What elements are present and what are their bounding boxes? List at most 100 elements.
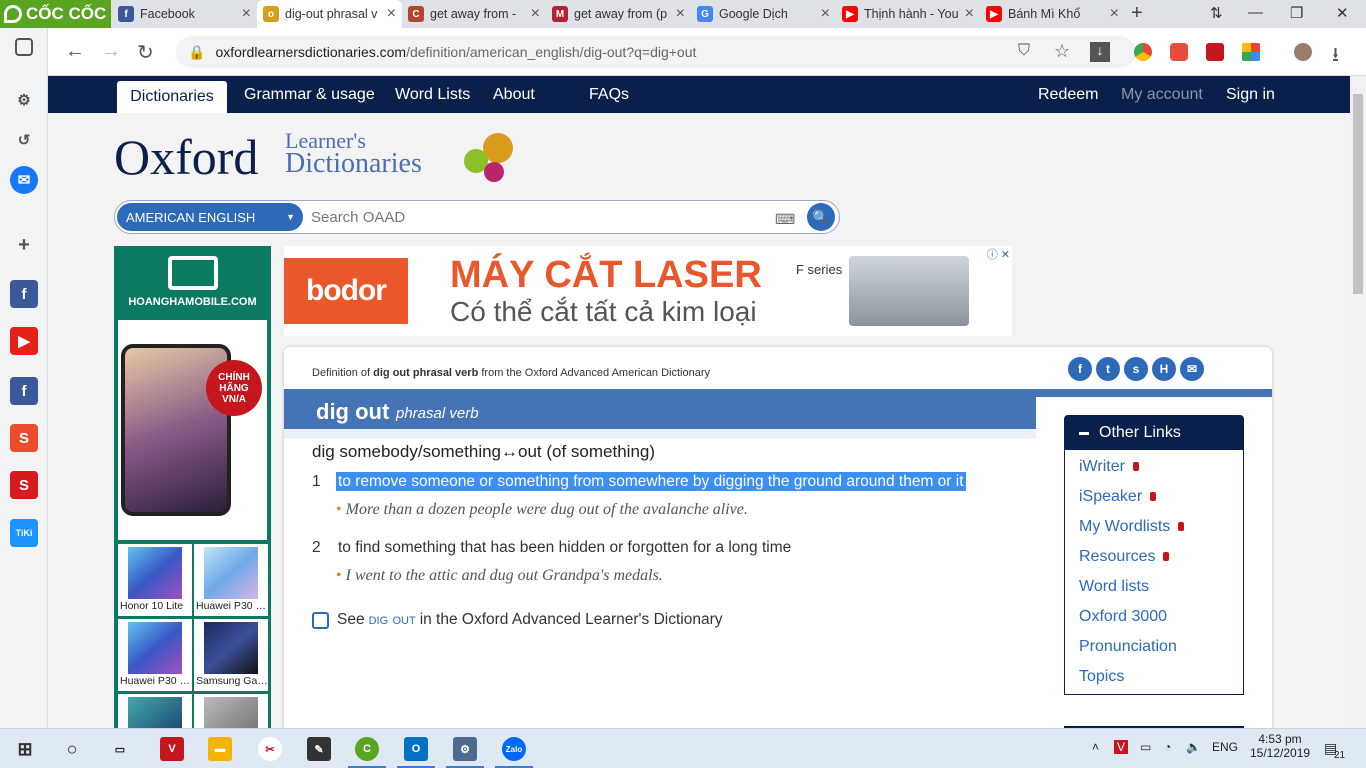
browser-tab[interactable]: Mget away from (p × <box>546 0 691 28</box>
tab-close-icon[interactable]: × <box>1110 5 1119 23</box>
task-view-icon[interactable]: ▭ <box>108 737 132 761</box>
wifi-icon[interactable]: ◔ <box>1164 740 1171 754</box>
facebook-shortcut-icon[interactable]: f <box>10 280 38 308</box>
browser-tab[interactable]: o dig-out phrasal v × <box>257 0 402 28</box>
page-scrollbar[interactable] <box>1350 76 1366 728</box>
windows-start-icon[interactable]: ⊞ <box>13 737 37 761</box>
nav-about[interactable]: About <box>493 86 535 104</box>
language-select[interactable]: AMERICAN ENGLISH ▼ <box>117 203 303 231</box>
tab-close-icon[interactable]: × <box>387 5 396 23</box>
facebook-shortcut-icon-2[interactable]: f <box>10 377 38 405</box>
browser-tab[interactable]: ▶ Thịnh hành - You × <box>836 0 980 28</box>
unikey-tray-icon[interactable]: V <box>1114 740 1129 754</box>
search-button[interactable]: 🔍 <box>807 203 835 231</box>
nav-dictionaries[interactable]: Dictionaries <box>117 81 227 113</box>
nav-word-lists[interactable]: Word Lists <box>395 86 470 104</box>
sendo-shortcut-icon[interactable]: S <box>10 471 38 499</box>
tab-close-icon[interactable]: × <box>242 5 251 23</box>
nav-redeem[interactable]: Redeem <box>1038 86 1098 104</box>
coccoc-taskbar-icon[interactable]: C <box>355 737 379 761</box>
snipping-tool-icon[interactable]: ✂ <box>258 737 282 761</box>
left-ad[interactable]: HOANGHAMOBILE.COM CHÍNH HÃNG VN/A Honor … <box>114 246 271 728</box>
sticky-notes-icon[interactable]: ✎ <box>307 737 331 761</box>
new-tab-button[interactable]: + <box>1131 2 1143 25</box>
history-icon[interactable]: ↺ <box>10 126 38 154</box>
browser-tab[interactable]: ▶ Bánh Mì Khổ × <box>980 0 1125 28</box>
profile-avatar[interactable] <box>1294 43 1312 61</box>
email-share-icon[interactable]: ✉ <box>1180 357 1204 381</box>
adblock-extension-icon[interactable] <box>1170 43 1188 61</box>
other-link[interactable]: Pronunciation <box>1079 638 1177 656</box>
volume-icon[interactable]: 🔈 <box>1186 740 1201 754</box>
minimize-button[interactable]: — <box>1248 4 1263 21</box>
other-link[interactable]: iSpeaker <box>1079 488 1157 506</box>
other-links-header[interactable]: Other Links <box>1065 416 1243 450</box>
hi-share-icon[interactable]: H <box>1152 357 1176 381</box>
app-taskbar-icon[interactable]: ⚙ <box>453 737 477 761</box>
tab-close-icon[interactable]: × <box>531 5 540 23</box>
settings-gear-icon[interactable]: ⚙ <box>10 86 38 114</box>
nav-my-account[interactable]: My account <box>1121 86 1203 104</box>
red-extension-icon[interactable] <box>1206 43 1224 61</box>
youtube-shortcut-icon[interactable]: ▶ <box>10 327 38 355</box>
add-shortcut-icon[interactable]: + <box>10 231 38 259</box>
tab-search-icon[interactable]: ⇅ <box>1210 4 1223 22</box>
browser-tab[interactable]: G Google Dịch × <box>691 0 836 28</box>
color-extension-icon[interactable] <box>1242 43 1260 61</box>
ad-product[interactable] <box>118 694 192 728</box>
ad-product[interactable]: Huawei P30 Pro <box>194 544 268 616</box>
coccoc-logo[interactable]: CỐC CỐC <box>0 0 111 28</box>
back-arrow-icon[interactable]: ← <box>65 40 85 63</box>
cortana-search-icon[interactable]: ○ <box>60 737 84 761</box>
see-also-line[interactable]: See dig out in the Oxford Advanced Learner… <box>312 611 722 629</box>
tiki-shortcut-icon[interactable]: TiKi <box>10 519 38 547</box>
ad-product[interactable]: Huawei P30 Lite <box>118 619 192 691</box>
browser-tab[interactable]: Cget away from - × <box>402 0 546 28</box>
search-input[interactable]: Search OAAD <box>311 209 405 226</box>
maximize-button[interactable]: ❐ <box>1290 4 1303 22</box>
outlook-icon[interactable]: O <box>404 737 428 761</box>
other-link[interactable]: My Wordlists <box>1079 518 1185 536</box>
tray-expand-icon[interactable]: ˄ <box>1092 740 1099 754</box>
other-link[interactable]: Word lists <box>1079 578 1149 596</box>
input-language[interactable]: ENG <box>1212 740 1238 754</box>
scrollbar-thumb[interactable] <box>1353 94 1363 294</box>
nav-sign-in[interactable]: Sign in <box>1226 86 1275 104</box>
zalo-icon[interactable]: Zalo <box>502 737 526 761</box>
keyboard-icon[interactable]: ⌨ <box>775 211 795 228</box>
clock[interactable]: 4:53 pm 15/12/2019 <box>1250 732 1310 760</box>
chrome-extension-icon[interactable] <box>1134 43 1152 61</box>
tab-close-icon[interactable]: × <box>821 5 830 23</box>
top-ad-banner[interactable]: bodor MÁY CẮT LASER Có thể cắt tất cả ki… <box>284 246 1012 336</box>
nav-faqs[interactable]: FAQs <box>589 86 629 104</box>
address-bar[interactable]: 🔒 oxfordlearnersdictionaries.com/definit… <box>176 36 1136 68</box>
other-link[interactable]: Resources <box>1079 548 1170 566</box>
see-also-link[interactable]: dig out <box>369 611 416 629</box>
battery-icon[interactable]: ▭ <box>1140 740 1151 754</box>
sidebar-toggle-icon[interactable] <box>15 38 33 56</box>
close-window-button[interactable]: ✕ <box>1336 4 1349 22</box>
unikey-taskbar-icon[interactable]: V <box>160 737 184 761</box>
adchoices-icon[interactable]: ⓘ ✕ <box>987 246 1010 262</box>
ad-product[interactable] <box>194 694 268 728</box>
browser-tab[interactable]: f Facebook × <box>112 0 257 28</box>
bookmark-star-icon[interactable]: ☆ <box>1054 41 1070 62</box>
tab-close-icon[interactable]: × <box>676 5 685 23</box>
other-link[interactable]: iWriter <box>1079 458 1139 476</box>
file-explorer-icon[interactable]: ▬ <box>208 737 232 761</box>
downloads-icon[interactable]: ⭳ <box>1332 40 1339 74</box>
reload-icon[interactable]: ↻ <box>137 40 154 65</box>
twitter-share-icon[interactable]: t <box>1096 357 1120 381</box>
other-link[interactable]: Oxford 3000 <box>1079 608 1167 626</box>
messenger-icon[interactable]: ✉ <box>10 166 38 194</box>
facebook-share-icon[interactable]: f <box>1068 357 1092 381</box>
tab-close-icon[interactable]: × <box>965 5 974 23</box>
ad-product[interactable]: Honor 10 Lite <box>118 544 192 616</box>
ad-product[interactable]: Samsung Galaxy <box>194 619 268 691</box>
shield-icon[interactable]: ⛉ <box>1018 42 1030 60</box>
nav-grammar[interactable]: Grammar & usage <box>244 86 375 104</box>
stumbleupon-share-icon[interactable]: s <box>1124 357 1148 381</box>
other-link[interactable]: Topics <box>1079 668 1124 686</box>
forward-arrow-icon[interactable]: → <box>101 40 121 63</box>
download-page-icon[interactable]: ↓ <box>1090 42 1110 62</box>
